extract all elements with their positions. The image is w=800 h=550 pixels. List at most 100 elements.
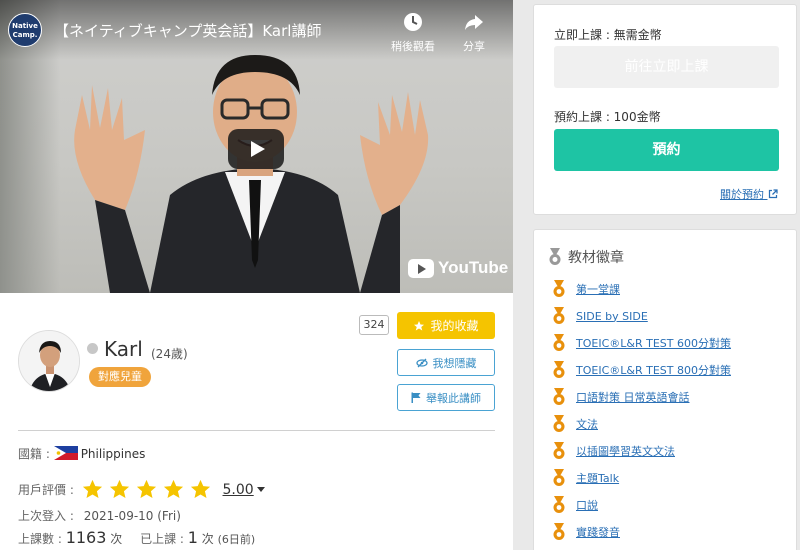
teacher-panel: Native Camp. 【ネイティブキャンプ英会話】Karl講師 稍後觀看 分… [0, 0, 513, 550]
avatar [18, 330, 80, 392]
instant-lesson-label: 立即上課 : 無需金幣 [554, 28, 662, 42]
logo-text-1: Native [12, 22, 38, 30]
badge-link[interactable]: 以插圖學習英文文法 [576, 443, 675, 459]
lesson-count-row: 上課數 : 1163 次 已上課 : 1 次 (6日前) [18, 528, 255, 547]
badge-link[interactable]: 口語對策 日常英語會話 [576, 389, 690, 405]
badge-item: 主題Talk [552, 469, 619, 487]
youtube-label: YouTube [438, 258, 509, 277]
watch-later-button[interactable]: 稍後觀看 [387, 12, 439, 54]
video-title[interactable]: 【ネイティブキャンプ英会話】Karl講師 [54, 20, 321, 41]
medal-icon [553, 280, 565, 297]
medal-icon [553, 334, 565, 351]
medal-icon [553, 415, 565, 432]
kids-badge: 對應兒童 [89, 367, 151, 387]
watch-later-label: 稍後觀看 [391, 40, 435, 53]
badge-item: 口語對策 日常英語會話 [552, 388, 690, 406]
about-reservation-label: 關於預約 [720, 188, 764, 201]
reserve-lesson-label: 預約上課 : 100金幣 [554, 110, 661, 124]
taken-lessons-unit: 次 [201, 532, 214, 546]
nationality-label: 國籍 : [18, 447, 50, 461]
youtube-play-icon [408, 258, 434, 278]
medal-icon [553, 388, 565, 405]
hide-teacher-button[interactable]: 我想隱藏 [397, 349, 495, 376]
teacher-age: (24歲) [151, 347, 188, 361]
medal-icon [553, 469, 565, 486]
instant-lesson-button[interactable]: 前往立即上課 [554, 46, 779, 88]
badge-item: TOEIC®L&R TEST 600分對策 [552, 334, 731, 352]
youtube-logo[interactable]: YouTube [408, 258, 508, 278]
native-camp-logo: Native Camp. [8, 13, 42, 47]
rating-value[interactable]: 5.00 [223, 482, 254, 498]
divider [18, 430, 495, 431]
star-icon [82, 479, 102, 498]
badge-link[interactable]: TOEIC®L&R TEST 800分對策 [576, 362, 731, 378]
about-reservation-link[interactable]: 關於預約 [720, 186, 778, 202]
favorite-button[interactable]: 我的收藏 [397, 312, 495, 339]
rating-label: 用戶評價 : [18, 483, 74, 497]
medal-icon [553, 496, 565, 513]
badge-item: 第一堂課 [552, 280, 620, 298]
lessons-label: 上課數 : [18, 532, 62, 546]
badge-link[interactable]: 口說 [576, 497, 598, 513]
taken-lessons-ago: (6日前) [217, 533, 256, 546]
nationality-value: Philippines [80, 447, 146, 461]
medal-icon [553, 442, 565, 459]
report-teacher-button[interactable]: 舉報此講師 [397, 384, 495, 411]
star-icon [190, 479, 210, 498]
star-icon [136, 479, 156, 498]
badge-item: 實踐發音 [552, 523, 620, 541]
badge-link[interactable]: TOEIC®L&R TEST 600分對策 [576, 335, 731, 351]
badge-link[interactable]: 第一堂課 [576, 281, 620, 297]
teacher-profile: Karl (24歲) 對應兒童 324 我的收藏 我想隱藏 舉報此講師 國籍 : [0, 293, 513, 550]
lessons-count: 1163 [65, 528, 107, 547]
badge-link[interactable]: SIDE by SIDE [576, 310, 648, 323]
logo-text-2: Camp. [12, 31, 38, 39]
last-login-row: 上次登入 : 2021-09-10 (Fri) [18, 507, 181, 524]
badge-item: 文法 [552, 415, 598, 433]
star-icon [414, 320, 425, 330]
play-button[interactable] [228, 129, 284, 169]
booking-card: 立即上課 : 無需金幣 前往立即上課 預約上課 : 100金幣 預約 關於預約 [533, 4, 797, 215]
medal-icon [549, 248, 561, 265]
material-badges-card: 教材徽章 第一堂課 SIDE by SIDE TOEIC®L&R TEST 600分… [533, 229, 797, 550]
medal-icon [553, 307, 565, 324]
taken-lessons-count: 1 [187, 528, 198, 547]
badge-link[interactable]: 文法 [576, 416, 598, 432]
share-label: 分享 [463, 40, 485, 53]
badge-link[interactable]: 實踐發音 [576, 524, 620, 540]
star-icon [163, 479, 183, 498]
badge-item: 以插圖學習英文文法 [552, 442, 675, 460]
hide-label: 我想隱藏 [432, 356, 477, 370]
video-player[interactable]: Native Camp. 【ネイティブキャンプ英会話】Karl講師 稍後觀看 分… [0, 0, 513, 293]
favorite-label: 我的收藏 [430, 319, 479, 333]
share-icon [465, 15, 483, 30]
badge-item: SIDE by SIDE [552, 307, 648, 325]
badge-item: 口說 [552, 496, 598, 514]
reserve-button[interactable]: 預約 [554, 129, 779, 171]
online-status-dot [87, 343, 98, 354]
clock-icon [404, 13, 422, 31]
teacher-photo [19, 331, 79, 391]
medal-icon [553, 523, 565, 540]
share-button[interactable]: 分享 [448, 12, 500, 54]
caret-down-icon[interactable] [256, 487, 265, 492]
medal-icon [553, 361, 565, 378]
flag-icon [411, 392, 421, 403]
badge-link[interactable]: 主題Talk [576, 470, 619, 486]
last-login-label: 上次登入 : [18, 509, 74, 523]
rating-row: 用戶評價 : 5.00 [18, 479, 265, 499]
rating-stars [82, 479, 211, 499]
teacher-name: Karl [104, 337, 143, 361]
star-icon [109, 479, 129, 498]
badge-item: TOEIC®L&R TEST 800分對策 [552, 361, 731, 379]
last-login-value: 2021-09-10 (Fri) [83, 509, 181, 523]
taken-lessons-label: 已上課 : [140, 532, 184, 546]
favorite-count: 324 [359, 315, 389, 335]
philippines-flag-icon [53, 446, 78, 460]
lessons-unit: 次 [110, 532, 123, 546]
report-label: 舉報此講師 [426, 391, 481, 405]
eye-slash-icon [415, 358, 428, 367]
nationality-row: 國籍 : Philippines [18, 445, 145, 462]
badges-title: 教材徽章 [568, 250, 624, 266]
external-link-icon [768, 189, 778, 199]
